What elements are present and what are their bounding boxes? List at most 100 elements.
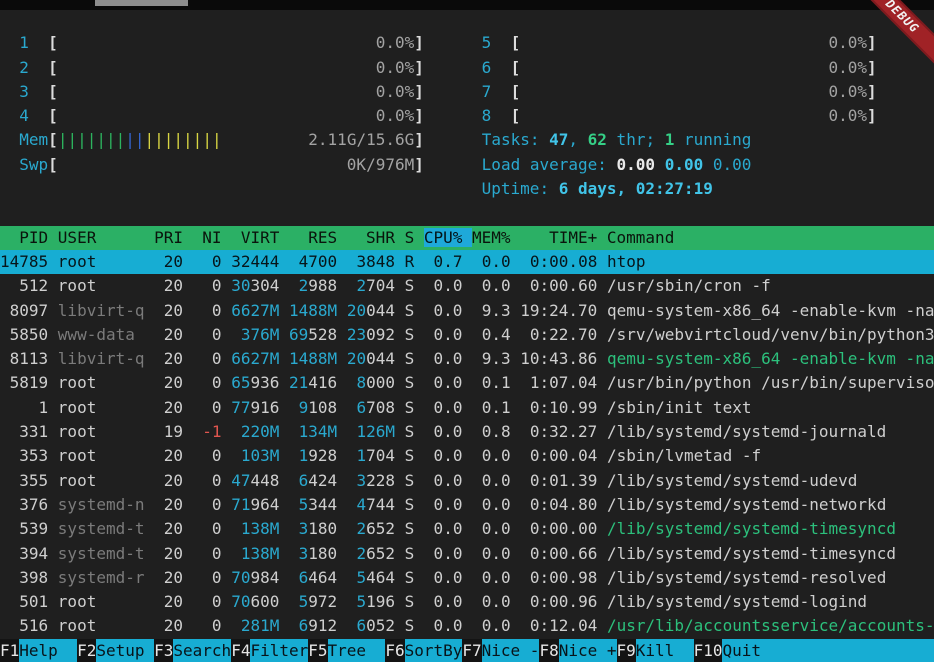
cell-shr-low: 652 [366, 544, 395, 563]
cell-ni: 0 [193, 471, 232, 490]
process-row[interactable]: 394 systemd-t 20 0 138M 3180 2652 S 0.0 … [0, 542, 934, 566]
meter-open-bracket: [ [48, 106, 58, 125]
cell-res: 1488M [289, 301, 337, 320]
fkey-button-F3[interactable]: F3Search [154, 639, 231, 662]
process-row[interactable]: 353 root 20 0 103M 1928 1704 S 0.0 0.0 0… [0, 444, 934, 468]
cell-ni: 0 [193, 373, 232, 392]
text-segment [0, 58, 19, 77]
cell-user: root [58, 373, 154, 392]
fkey-button-F2[interactable]: F2Setup [77, 639, 154, 662]
cell-res: 6 [299, 471, 309, 490]
cell-shr: 6 [356, 616, 366, 635]
fkey-button-F6[interactable]: F6SortBy [385, 639, 462, 662]
process-row[interactable]: 14785 root 20 0 32444 4700 3848 R 0.7 0.… [0, 250, 934, 274]
cell-state: S [405, 349, 424, 368]
process-row[interactable]: 5850 www-data 20 0 376M 69528 23092 S 0.… [0, 323, 934, 347]
text-segment [424, 58, 482, 77]
cell-mem-percent: 0.0 [472, 568, 520, 587]
cell-mem-percent: 0.0 [472, 616, 520, 635]
swap-label: Swp [19, 155, 48, 174]
cell-command: /lib/systemd/systemd-journald [607, 422, 886, 441]
process-row[interactable]: 5819 root 20 0 65936 21416 8000 S 0.0 0.… [0, 371, 934, 395]
cell-virt-low: 444 [250, 252, 279, 271]
fkey-button-F10[interactable]: F10Quit [694, 639, 934, 662]
cell-pri: 19 [154, 422, 193, 441]
cell-cpu-percent: 0.0 [424, 495, 472, 514]
text-segment [395, 519, 405, 538]
fkey-button-F9[interactable]: F9Kill [617, 639, 694, 662]
text-segment [279, 592, 289, 611]
process-row[interactable]: 331 root 19 -1 220M 134M 126M S 0.0 0.8 … [0, 420, 934, 444]
text-segment [337, 301, 347, 320]
column-header-pri[interactable]: PRI [154, 228, 193, 247]
text-segment [395, 544, 405, 563]
text-segment [279, 446, 289, 465]
column-header-time[interactable]: TIME+ [520, 228, 607, 247]
cpu-id: 5 [482, 33, 492, 52]
process-row[interactable]: 8113 libvirt-q 20 0 6627M 1488M 20044 S … [0, 347, 934, 371]
cell-time: 19:24.70 [520, 301, 607, 320]
fkey-button-F8[interactable]: F8Nice + [539, 639, 616, 662]
cell-pid: 539 [0, 519, 58, 538]
meter-close-bracket: ] [414, 130, 424, 149]
terminal-tab[interactable] [95, 0, 188, 6]
cell-cpu-percent: 0.0 [424, 519, 472, 538]
cell-shr: 5 [356, 568, 366, 587]
column-header-cmd[interactable]: Command [607, 228, 674, 247]
column-header-user[interactable]: USER [58, 228, 154, 247]
cell-virt-low: 984 [250, 568, 279, 587]
process-row[interactable]: 8097 libvirt-q 20 0 6627M 1488M 20044 S … [0, 299, 934, 323]
cell-virt: 65 [231, 373, 250, 392]
text-segment [279, 301, 289, 320]
text-segment [520, 33, 828, 52]
text-segment [0, 130, 19, 149]
cell-pri: 20 [154, 544, 193, 563]
htop-terminal-screen: DEBUG 1 [ 0.0%] 5 [ 0.0%] 2 [ 0.0%] 6 [ … [0, 0, 934, 662]
fkey-button-F4[interactable]: F4Filter [231, 639, 308, 662]
process-row[interactable]: 1 root 20 0 77916 9108 6708 S 0.0 0.1 0:… [0, 396, 934, 420]
column-header-virt[interactable]: VIRT [231, 228, 289, 247]
text-segment [279, 325, 289, 344]
tasks-running-count: 1 [665, 130, 675, 149]
process-row[interactable]: 512 root 20 0 30304 2988 2704 S 0.0 0.0 … [0, 274, 934, 298]
cell-mem-percent: 0.0 [472, 276, 520, 295]
meter-close-bracket: ] [414, 82, 424, 101]
process-row[interactable]: 501 root 20 0 70600 5972 5196 S 0.0 0.0 … [0, 590, 934, 614]
cell-pri: 20 [154, 276, 193, 295]
cell-time: 0:00.04 [520, 446, 607, 465]
text-segment [279, 568, 289, 587]
cell-pid: 512 [0, 276, 58, 295]
cell-time: 0:04.80 [520, 495, 607, 514]
cell-state: S [405, 616, 424, 635]
column-header-shr[interactable]: SHR [347, 228, 405, 247]
cpu-percent: 0.0% [376, 82, 415, 101]
cpu-percent: 0.0% [376, 106, 415, 125]
process-row[interactable]: 398 systemd-r 20 0 70984 6464 5464 S 0.0… [0, 566, 934, 590]
cpu-meter-row-3: 3 [ 0.0%] 7 [ 0.0%] [0, 80, 934, 104]
cell-mem-percent: 0.0 [472, 544, 520, 563]
fkey-button-F7[interactable]: F7Nice - [462, 639, 539, 662]
cell-cpu-percent: 0.0 [424, 398, 472, 417]
process-row[interactable]: 539 systemd-t 20 0 138M 3180 2652 S 0.0 … [0, 517, 934, 541]
cell-command: qemu-system-x86_64 -enable-kvm -na [607, 301, 934, 320]
meter-open-bracket: [ [48, 33, 58, 52]
column-header-mem[interactable]: MEM% [472, 228, 520, 247]
process-row[interactable]: 516 root 20 0 281M 6912 6052 S 0.0 0.0 0… [0, 614, 934, 638]
process-row[interactable]: 355 root 20 0 47448 6424 3228 S 0.0 0.0 … [0, 469, 934, 493]
fkey-button-F1[interactable]: F1Help [0, 639, 77, 662]
cell-cpu-percent: 0.0 [424, 349, 472, 368]
column-header-ni[interactable]: NI [193, 228, 232, 247]
function-key-bar: F1Help F2Setup F3SearchF4FilterF5Tree F6… [0, 639, 934, 662]
column-header-s[interactable]: S [405, 228, 424, 247]
fkey-label: Nice - [482, 639, 540, 662]
column-header-pid[interactable]: PID [0, 228, 58, 247]
process-row[interactable]: 376 systemd-n 20 0 71964 5344 4744 S 0.0… [0, 493, 934, 517]
cell-virt: 47 [231, 471, 250, 490]
column-header-res[interactable]: RES [289, 228, 347, 247]
text-segment [0, 106, 19, 125]
meter-close-bracket: ] [414, 155, 424, 174]
cell-ni: 0 [193, 398, 232, 417]
fkey-button-F5[interactable]: F5Tree [308, 639, 385, 662]
column-header-cpu[interactable]: CPU% [424, 228, 472, 247]
meter-open-bracket: [ [511, 106, 521, 125]
